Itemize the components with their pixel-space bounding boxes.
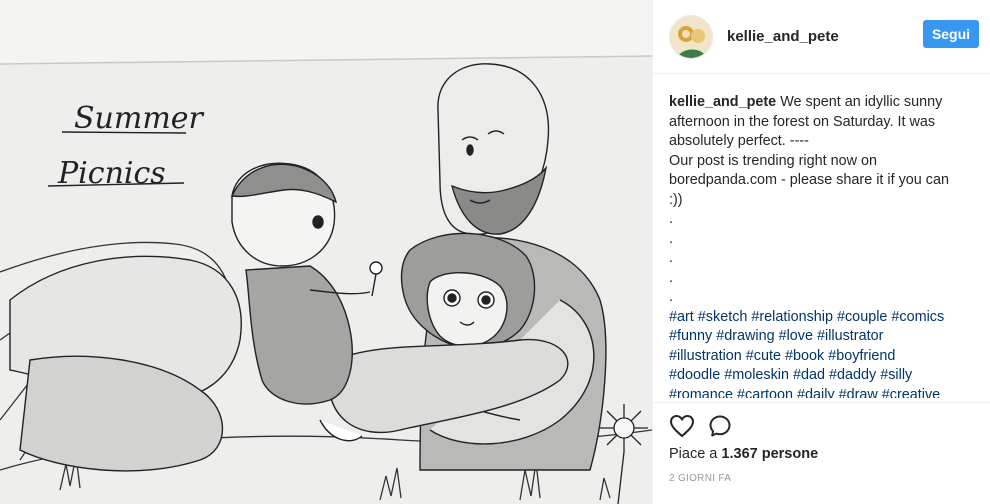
- post-timestamp[interactable]: 2 GIORNI FA: [669, 473, 731, 484]
- post-header: kellie_and_pete Segui: [653, 0, 990, 74]
- legs-sketch: [9, 255, 242, 472]
- caption-first-line: kellie_and_pete We spent an idyllic sunn…: [669, 93, 981, 113]
- caption-username[interactable]: kellie_and_pete: [669, 94, 776, 110]
- hashtag-line[interactable]: #funny #drawing #love #illustrator: [669, 327, 981, 347]
- likes-number[interactable]: 1.367 persone: [721, 446, 818, 462]
- caption-text-line: absolutely perfect. ----: [669, 133, 809, 149]
- header-username[interactable]: kellie_and_pete: [727, 28, 839, 45]
- post-actions: Piace a 1.367 persone 2 GIORNI FA: [653, 402, 990, 504]
- caption-text-line: :)): [669, 191, 683, 208]
- hashtag-line[interactable]: #romance #cartoon #daily #draw #creative: [669, 386, 981, 399]
- caption-text-line: .: [669, 250, 673, 266]
- caption-text-line: .: [669, 269, 673, 286]
- hashtag-line[interactable]: #art #sketch #relationship #couple #comi…: [669, 308, 981, 328]
- comment-button[interactable]: [705, 411, 735, 441]
- hashtag-block: #art #sketch #relationship #couple #comi…: [669, 308, 981, 399]
- caption-text-line: boredpanda.com - please share it if you …: [669, 172, 949, 188]
- caption-text-line: .: [669, 211, 673, 227]
- likes-count[interactable]: Piace a 1.367 persone: [669, 446, 818, 462]
- post-image[interactable]: Summer Picnics: [0, 0, 652, 504]
- avatar[interactable]: [669, 14, 713, 59]
- comment-icon: [709, 415, 731, 437]
- svg-text:Summer: Summer: [74, 101, 205, 136]
- post-caption: kellie_and_pete We spent an idyllic sunn…: [669, 93, 981, 398]
- post-sidebar: kellie_and_pete Segui kellie_and_pete We…: [652, 0, 990, 504]
- caption-text-line: .: [669, 230, 673, 247]
- hashtag-line[interactable]: #doodle #moleskin #dad #daddy #silly: [669, 366, 981, 386]
- hashtag-line[interactable]: #illustration #cute #book #boyfriend: [669, 347, 981, 367]
- caption-text-line: afternoon in the forest on Saturday. It …: [669, 113, 936, 130]
- likes-prefix: Piace a: [669, 446, 722, 462]
- caption-text-line: We spent an idyllic sunny: [780, 94, 943, 110]
- caption-text-line: Our post is trending right now on: [669, 152, 877, 169]
- like-button[interactable]: [667, 411, 697, 441]
- caption-text-line: .: [669, 289, 673, 305]
- follow-button[interactable]: Segui: [923, 20, 979, 48]
- heart-icon: [669, 414, 695, 438]
